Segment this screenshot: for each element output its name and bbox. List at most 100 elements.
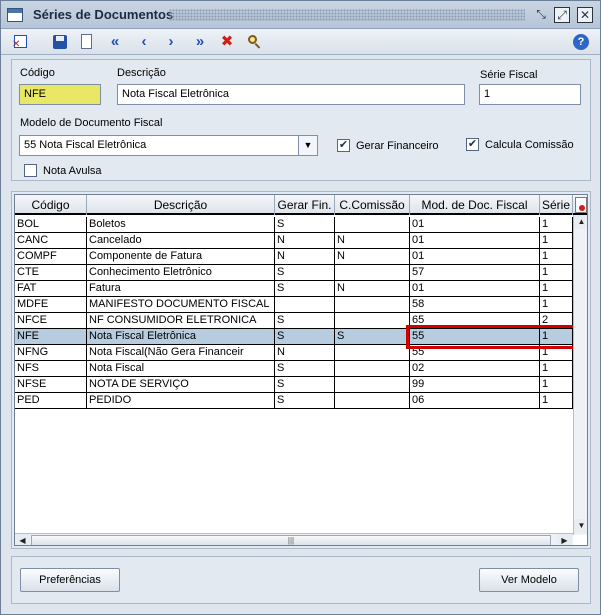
cell-serie[interactable]: 2 [540,313,573,329]
cell-comissao[interactable] [335,217,410,233]
cell-descricao[interactable]: NF CONSUMIDOR ELETRONICA [87,313,275,329]
codigo-field[interactable]: NFE [19,84,101,105]
help-icon[interactable]: ? [573,34,589,50]
cell-gerar-fin[interactable]: S [275,313,335,329]
cell-serie[interactable]: 1 [540,393,573,409]
table-row[interactable]: NFS Nota Fiscal S 02 1 [15,361,573,377]
next-record-icon[interactable]: › [161,32,181,52]
cell-gerar-fin[interactable]: N [275,249,335,265]
cell-descricao[interactable]: Nota Fiscal Eletrônica [87,329,275,345]
cell-mod-doc-fiscal[interactable]: 57 [410,265,540,281]
cell-gerar-fin[interactable]: N [275,345,335,361]
title-bar[interactable]: Séries de Documentos ⤡ ⤢ ✕ [1,1,600,29]
table-row[interactable]: NFCE NF CONSUMIDOR ELETRONICA S 65 2 [15,313,573,329]
cell-comissao[interactable] [335,361,410,377]
table-row[interactable]: BOL Boletos S 01 1 [15,217,573,233]
table-row[interactable]: NFSE NOTA DE SERVIÇO S 99 1 [15,377,573,393]
cell-descricao[interactable]: Nota Fiscal(Não Gera Financeir [87,345,275,361]
exit-icon[interactable]: ✕ [11,32,31,52]
cell-gerar-fin[interactable]: S [275,329,335,345]
cell-gerar-fin[interactable]: N [275,233,335,249]
search-icon[interactable] [245,32,265,52]
calcula-comissao-checkbox[interactable]: ✔ [466,138,479,151]
cell-mod-doc-fiscal[interactable]: 01 [410,217,540,233]
cell-descricao[interactable]: Conhecimento Eletrônico [87,265,275,281]
cell-gerar-fin[interactable]: S [275,265,335,281]
scroll-right-icon[interactable]: ▶ [557,534,572,545]
cell-codigo[interactable]: NFCE [15,313,87,329]
cell-serie[interactable]: 1 [540,265,573,281]
cell-codigo[interactable]: NFSE [15,377,87,393]
cell-descricao[interactable]: NOTA DE SERVIÇO [87,377,275,393]
cell-comissao[interactable]: N [335,233,410,249]
table-row[interactable]: NFNG Nota Fiscal(Não Gera Financeir N 55 1 [15,345,573,361]
cell-serie[interactable]: 1 [540,329,573,345]
cell-comissao[interactable] [335,313,410,329]
first-record-icon[interactable]: « [105,32,125,52]
cell-gerar-fin[interactable]: S [275,393,335,409]
close-window-icon[interactable]: ✕ [577,7,593,23]
table-row[interactable]: MDFE MANIFESTO DOCUMENTO FISCAL 58 1 [15,297,573,313]
chevron-down-icon[interactable]: ▼ [298,135,318,156]
previous-record-icon[interactable]: ‹ [134,32,154,52]
table-row[interactable]: FAT Fatura S N 01 1 [15,281,573,297]
gerar-financeiro-checkbox[interactable]: ✔ [337,139,350,152]
ver-modelo-button[interactable]: Ver Modelo [479,568,579,592]
column-header-codigo[interactable]: Código [15,195,87,215]
cell-gerar-fin[interactable] [275,297,335,313]
cell-serie[interactable]: 1 [540,361,573,377]
delete-icon[interactable]: ✖ [217,32,237,52]
vertical-scrollbar[interactable]: ▲ ▼ [573,215,587,535]
restore-down-icon[interactable]: ⤡ [533,7,549,23]
cell-codigo[interactable]: FAT [15,281,87,297]
cell-descricao[interactable]: Fatura [87,281,275,297]
cell-mod-doc-fiscal[interactable]: 99 [410,377,540,393]
cell-codigo[interactable]: NFE [15,329,87,345]
cell-codigo[interactable]: NFNG [15,345,87,361]
cell-serie[interactable]: 1 [540,233,573,249]
last-record-icon[interactable]: » [190,32,210,52]
cell-serie[interactable]: 1 [540,217,573,233]
column-header-mod-doc-fiscal[interactable]: Mod. de Doc. Fiscal [410,195,540,215]
cell-descricao[interactable]: Boletos [87,217,275,233]
cell-codigo[interactable]: CTE [15,265,87,281]
table-row[interactable]: COMPF Componente de Fatura N N 01 1 [15,249,573,265]
save-icon[interactable] [50,32,70,52]
cell-descricao[interactable]: Componente de Fatura [87,249,275,265]
cell-codigo[interactable]: PED [15,393,87,409]
table-row[interactable]: CTE Conhecimento Eletrônico S 57 1 [15,265,573,281]
cell-codigo[interactable]: MDFE [15,297,87,313]
cell-comissao[interactable] [335,393,410,409]
column-header-descricao[interactable]: Descrição [87,195,275,215]
descricao-field[interactable]: Nota Fiscal Eletrônica [117,84,465,105]
cell-gerar-fin[interactable]: S [275,377,335,393]
cell-gerar-fin[interactable]: S [275,217,335,233]
series-table[interactable]: Código Descrição Gerar Fin. C.Comissão M… [14,194,588,546]
column-header-gerar-fin[interactable]: Gerar Fin. [275,195,335,215]
table-row[interactable]: CANC Cancelado N N 01 1 [15,233,573,249]
cell-mod-doc-fiscal[interactable]: 01 [410,233,540,249]
cell-comissao[interactable]: N [335,281,410,297]
preferencias-button[interactable]: Preferências [20,568,120,592]
cell-codigo[interactable]: NFS [15,361,87,377]
cell-codigo[interactable]: CANC [15,233,87,249]
cell-comissao[interactable]: S [335,329,410,345]
cell-mod-doc-fiscal[interactable]: 55 [410,329,540,345]
scroll-left-icon[interactable]: ◀ [15,534,30,545]
cell-comissao[interactable] [335,297,410,313]
new-document-icon[interactable] [77,32,97,52]
horizontal-scroll-thumb[interactable]: ||| [31,535,551,545]
cell-comissao[interactable] [335,345,410,361]
cell-codigo[interactable]: BOL [15,217,87,233]
cell-mod-doc-fiscal[interactable]: 06 [410,393,540,409]
serie-fiscal-field[interactable]: 1 [479,84,581,105]
cell-comissao[interactable] [335,265,410,281]
cell-comissao[interactable]: N [335,249,410,265]
modelo-combo[interactable]: 55 Nota Fiscal Eletrônica [19,135,299,156]
cell-codigo[interactable]: COMPF [15,249,87,265]
cell-mod-doc-fiscal[interactable]: 58 [410,297,540,313]
column-header-serie[interactable]: Série [540,195,573,215]
scroll-down-icon[interactable]: ▼ [574,519,587,533]
cell-serie[interactable]: 1 [540,281,573,297]
column-chooser-icon[interactable] [575,197,587,213]
